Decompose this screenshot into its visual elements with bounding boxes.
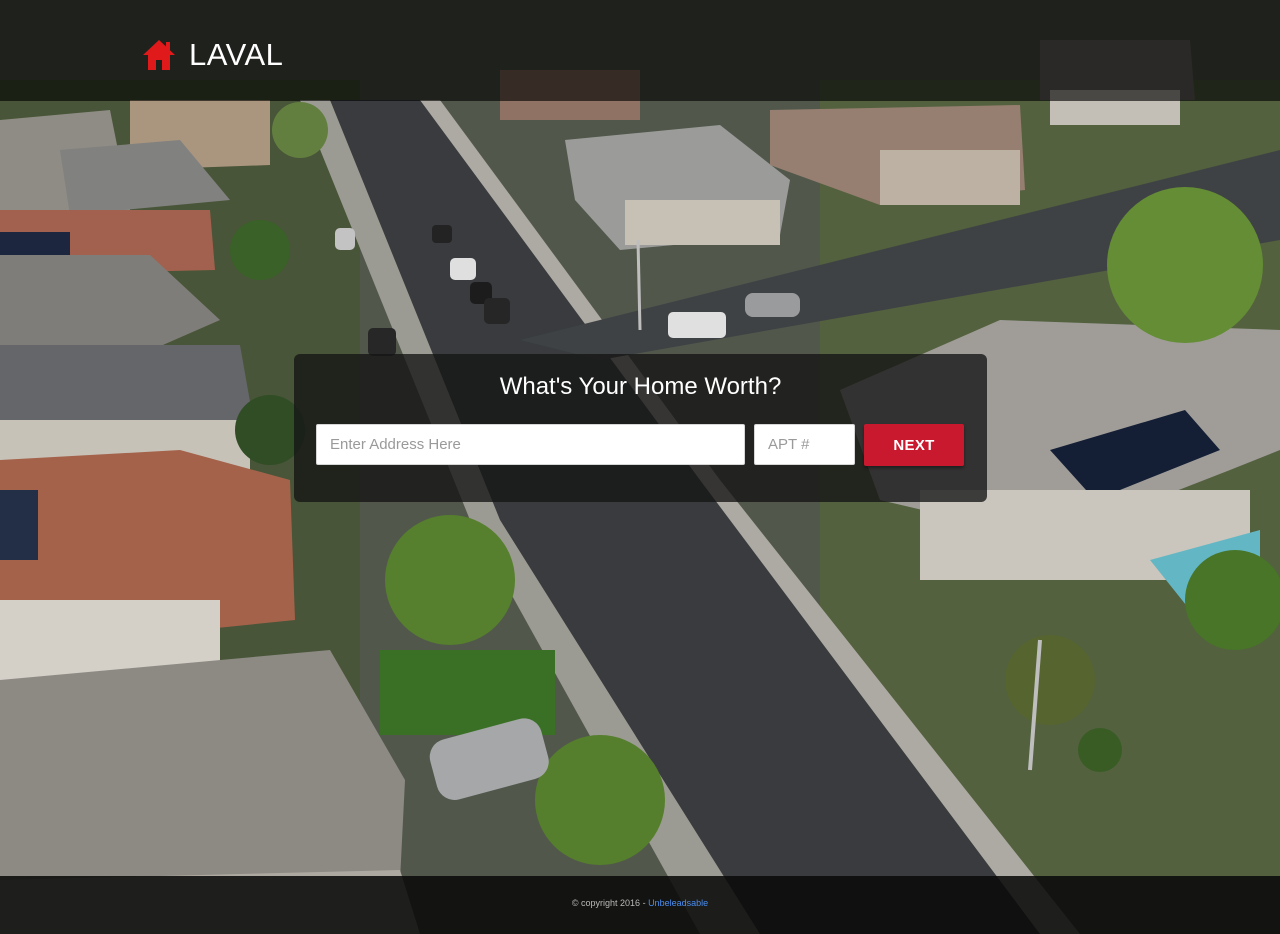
home-value-form-panel: What's Your Home Worth? NEXT: [294, 354, 987, 502]
footer-link-unbeleadsable[interactable]: Unbeleadsable: [648, 898, 708, 908]
footer-copyright: © copyright 2016 - Unbeleadsable: [0, 898, 1280, 908]
site-footer: © copyright 2016 - Unbeleadsable: [0, 876, 1280, 934]
site-header: LAVAL: [0, 0, 1280, 101]
page: LAVAL What's Your Home Worth? NEXT © cop…: [0, 0, 1280, 934]
brand-name: LAVAL: [189, 37, 284, 72]
apt-number-input[interactable]: [754, 424, 855, 465]
brand-logo[interactable]: LAVAL: [141, 33, 283, 77]
address-input[interactable]: [316, 424, 745, 465]
home-icon: [143, 40, 175, 70]
form-title: What's Your Home Worth?: [499, 373, 782, 400]
copyright-text: © copyright 2016 -: [571, 898, 649, 908]
next-button[interactable]: NEXT: [864, 424, 964, 466]
